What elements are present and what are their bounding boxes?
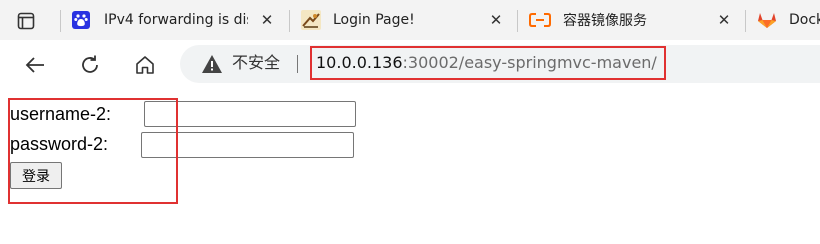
aliyun-icon — [529, 13, 551, 27]
tomcat-icon — [301, 10, 321, 30]
reload-button[interactable] — [75, 50, 105, 80]
back-button[interactable] — [20, 50, 50, 80]
tab-ipv4-forwarding[interactable]: IPv4 forwarding is disa ✕ — [62, 0, 288, 40]
address-divider — [297, 55, 298, 73]
gitlab-icon — [758, 13, 776, 28]
baidu-paw-icon — [72, 11, 90, 29]
tab-login-page[interactable]: Login Page! ✕ — [291, 0, 517, 40]
tab-label: 容器镜像服务 — [563, 13, 647, 29]
tab-separator — [745, 10, 746, 32]
reload-icon — [82, 55, 98, 73]
close-tab-icon[interactable]: ✕ — [487, 11, 505, 29]
home-icon — [136, 56, 154, 74]
tab-label: IPv4 forwarding is disa — [104, 12, 248, 28]
page-content: username-2: password-2: 登录 — [0, 90, 820, 244]
tab-actions-button[interactable] — [12, 8, 40, 34]
url-annotation-box — [310, 46, 666, 80]
form-annotation-box — [8, 98, 178, 204]
close-tab-icon[interactable]: ✕ — [258, 11, 276, 29]
tab-label: Login Page! — [333, 12, 415, 28]
security-status-label[interactable]: 不安全 — [232, 52, 280, 74]
tab-separator — [60, 10, 61, 32]
close-tab-icon[interactable]: ✕ — [715, 11, 733, 29]
tab-separator — [517, 10, 518, 32]
tab-container-registry[interactable]: 容器镜像服务 ✕ — [519, 0, 745, 40]
home-button[interactable] — [130, 50, 160, 80]
tab-separator — [289, 10, 290, 32]
tab-strip: IPv4 forwarding is disa ✕ Login Page! ✕ … — [0, 0, 820, 40]
tab-label: Dock — [789, 12, 820, 28]
back-arrow-icon — [25, 57, 44, 73]
tab-actions-icon — [17, 12, 35, 30]
warning-icon[interactable] — [201, 53, 223, 75]
tab-docker[interactable]: Dock — [747, 0, 820, 40]
